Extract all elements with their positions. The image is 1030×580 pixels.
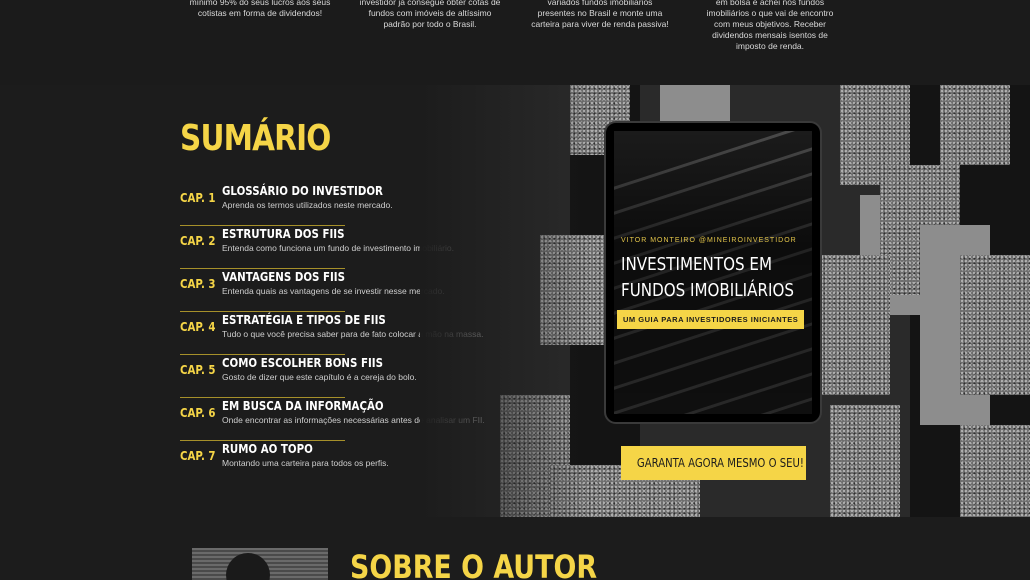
chapter-title: GLOSSÁRIO DO INVESTIDOR bbox=[222, 183, 383, 198]
ebook-subtitle-badge: UM GUIA PARA INVESTIDORES INICIANTES bbox=[617, 310, 805, 329]
ebook-title: INVESTIMENTOS EM FUNDOS IMOBILIÁRIOS bbox=[621, 254, 794, 301]
chapter-number: CAP. 3 bbox=[180, 277, 216, 291]
chapter-number: CAP. 1 bbox=[180, 191, 216, 205]
chapter-number: CAP. 5 bbox=[180, 363, 216, 377]
chapter-description: Gosto de dizer que este capítulo é a cer… bbox=[222, 372, 417, 382]
chapter-title: VANTAGENS DOS FIIS bbox=[222, 269, 346, 284]
chapter-number: CAP. 6 bbox=[180, 406, 216, 420]
ebook-author-line: VITOR MONTEIRO @MINEIROINVESTIDOR bbox=[621, 237, 797, 244]
chapter-number: CAP. 2 bbox=[180, 234, 216, 248]
ebook-tablet-mockup: VITOR MONTEIRO @MINEIROINVESTIDOR INVEST… bbox=[604, 121, 822, 424]
chapter-description: Entenda quais as vantagens de se investi… bbox=[222, 286, 445, 296]
chapter-7: CAP. 7 RUMO AO TOPO Montando uma carteir… bbox=[180, 441, 389, 484]
feature-text-objectives: em bolsa e achei nos fundos imobiliários… bbox=[706, 0, 834, 51]
feature-text-quotas: investidor já consegue obter cotas de fu… bbox=[359, 0, 501, 29]
chapter-title: ESTRATÉGIA E TIPOS DE FIIS bbox=[222, 312, 386, 327]
ebook-cover: VITOR MONTEIRO @MINEIROINVESTIDOR INVEST… bbox=[614, 131, 812, 414]
chapter-description: Montando uma carteira para todos os perf… bbox=[222, 458, 389, 468]
chapter-title: COMO ESCOLHER BONS FIIS bbox=[222, 355, 383, 370]
feature-text-portfolio: variados fundos imobiliários presentes n… bbox=[531, 0, 669, 29]
chapter-1: CAP. 1 GLOSSÁRIO DO INVESTIDOR Aprenda o… bbox=[180, 183, 393, 226]
chapter-2: CAP. 2 ESTRUTURA DOS FIIS Entenda como f… bbox=[180, 226, 454, 269]
chapter-5: CAP. 5 COMO ESCOLHER BONS FIIS Gosto de … bbox=[180, 355, 417, 398]
author-photo bbox=[192, 548, 328, 580]
chapter-6: CAP. 6 EM BUSCA DA INFORMAÇÃO Onde encon… bbox=[180, 398, 485, 441]
chapter-3: CAP. 3 VANTAGENS DOS FIIS Entenda quais … bbox=[180, 269, 445, 312]
chapter-description: Aprenda os termos utilizados neste merca… bbox=[222, 200, 393, 210]
chapter-title: ESTRUTURA DOS FIIS bbox=[222, 226, 345, 241]
garanta-agora-button[interactable]: GARANTA AGORA MESMO O SEU! bbox=[621, 446, 806, 480]
chapter-4: CAP. 4 ESTRATÉGIA E TIPOS DE FIIS Tudo o… bbox=[180, 312, 483, 355]
sumario-title: SUMÁRIO bbox=[180, 118, 331, 159]
chapter-title: EM BUSCA DA INFORMAÇÃO bbox=[222, 398, 384, 413]
chapter-number: CAP. 7 bbox=[180, 449, 216, 463]
chapter-title: RUMO AO TOPO bbox=[222, 441, 313, 456]
feature-text-dividends: mínimo 95% do seus lucros aos seus cotis… bbox=[189, 0, 331, 18]
top-features-strip: mínimo 95% do seus lucros aos seus cotis… bbox=[0, 0, 1030, 85]
sobre-o-autor-title: SOBRE O AUTOR bbox=[350, 548, 598, 580]
chapter-number: CAP. 4 bbox=[180, 320, 216, 334]
